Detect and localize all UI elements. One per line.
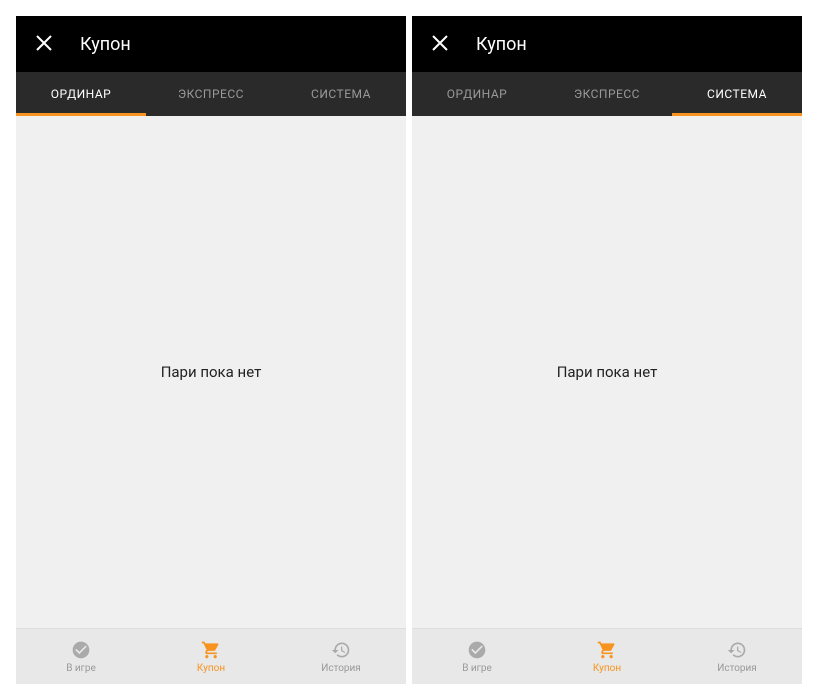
tab-label: ЭКСПРЕСС bbox=[178, 87, 244, 101]
nav-label: В игре bbox=[462, 663, 492, 674]
close-icon bbox=[432, 32, 448, 56]
header: Купон bbox=[16, 16, 406, 72]
history-icon bbox=[726, 639, 748, 661]
tabs: ОРДИНАР ЭКСПРЕСС СИСТЕМА bbox=[16, 72, 406, 116]
nav-item-history[interactable]: История bbox=[276, 629, 406, 684]
empty-message: Пари пока нет bbox=[557, 363, 658, 381]
check-circle-icon bbox=[70, 639, 92, 661]
close-button[interactable] bbox=[32, 32, 56, 56]
tab-system[interactable]: СИСТЕМА bbox=[672, 72, 802, 116]
tab-ordinar[interactable]: ОРДИНАР bbox=[16, 72, 146, 116]
nav-label: В игре bbox=[66, 663, 96, 674]
nav-item-in-game[interactable]: В игре bbox=[412, 629, 542, 684]
close-button[interactable] bbox=[428, 32, 452, 56]
tab-system[interactable]: СИСТЕМА bbox=[276, 72, 406, 116]
cart-icon bbox=[200, 639, 222, 661]
nav-label: Купон bbox=[593, 663, 621, 674]
header-title: Купон bbox=[80, 34, 131, 55]
nav-item-in-game[interactable]: В игре bbox=[16, 629, 146, 684]
tab-label: СИСТЕМА bbox=[707, 87, 767, 101]
phone-screen-2: Купон ОРДИНАР ЭКСПРЕСС СИСТЕМА Пари пока… bbox=[412, 16, 802, 684]
tab-express[interactable]: ЭКСПРЕСС bbox=[542, 72, 672, 116]
tab-express[interactable]: ЭКСПРЕСС bbox=[146, 72, 276, 116]
content-area: Пари пока нет bbox=[16, 116, 406, 628]
check-circle-icon bbox=[466, 639, 488, 661]
cart-icon bbox=[596, 639, 618, 661]
nav-label: История bbox=[321, 663, 361, 674]
close-icon bbox=[36, 32, 52, 56]
header-title: Купон bbox=[476, 34, 527, 55]
tab-label: ОРДИНАР bbox=[51, 87, 111, 101]
nav-label: История bbox=[717, 663, 757, 674]
content-area: Пари пока нет bbox=[412, 116, 802, 628]
phone-screen-1: Купон ОРДИНАР ЭКСПРЕСС СИСТЕМА Пари пока… bbox=[16, 16, 406, 684]
bottom-nav: В игре Купон История bbox=[412, 628, 802, 684]
nav-item-history[interactable]: История bbox=[672, 629, 802, 684]
tabs: ОРДИНАР ЭКСПРЕСС СИСТЕМА bbox=[412, 72, 802, 116]
tab-ordinar[interactable]: ОРДИНАР bbox=[412, 72, 542, 116]
tab-label: СИСТЕМА bbox=[311, 87, 371, 101]
nav-item-coupon[interactable]: Купон bbox=[146, 629, 276, 684]
header: Купон bbox=[412, 16, 802, 72]
empty-message: Пари пока нет bbox=[161, 363, 262, 381]
tab-label: ЭКСПРЕСС bbox=[574, 87, 640, 101]
nav-label: Купон bbox=[197, 663, 225, 674]
history-icon bbox=[330, 639, 352, 661]
nav-item-coupon[interactable]: Купон bbox=[542, 629, 672, 684]
tab-label: ОРДИНАР bbox=[447, 87, 507, 101]
bottom-nav: В игре Купон История bbox=[16, 628, 406, 684]
